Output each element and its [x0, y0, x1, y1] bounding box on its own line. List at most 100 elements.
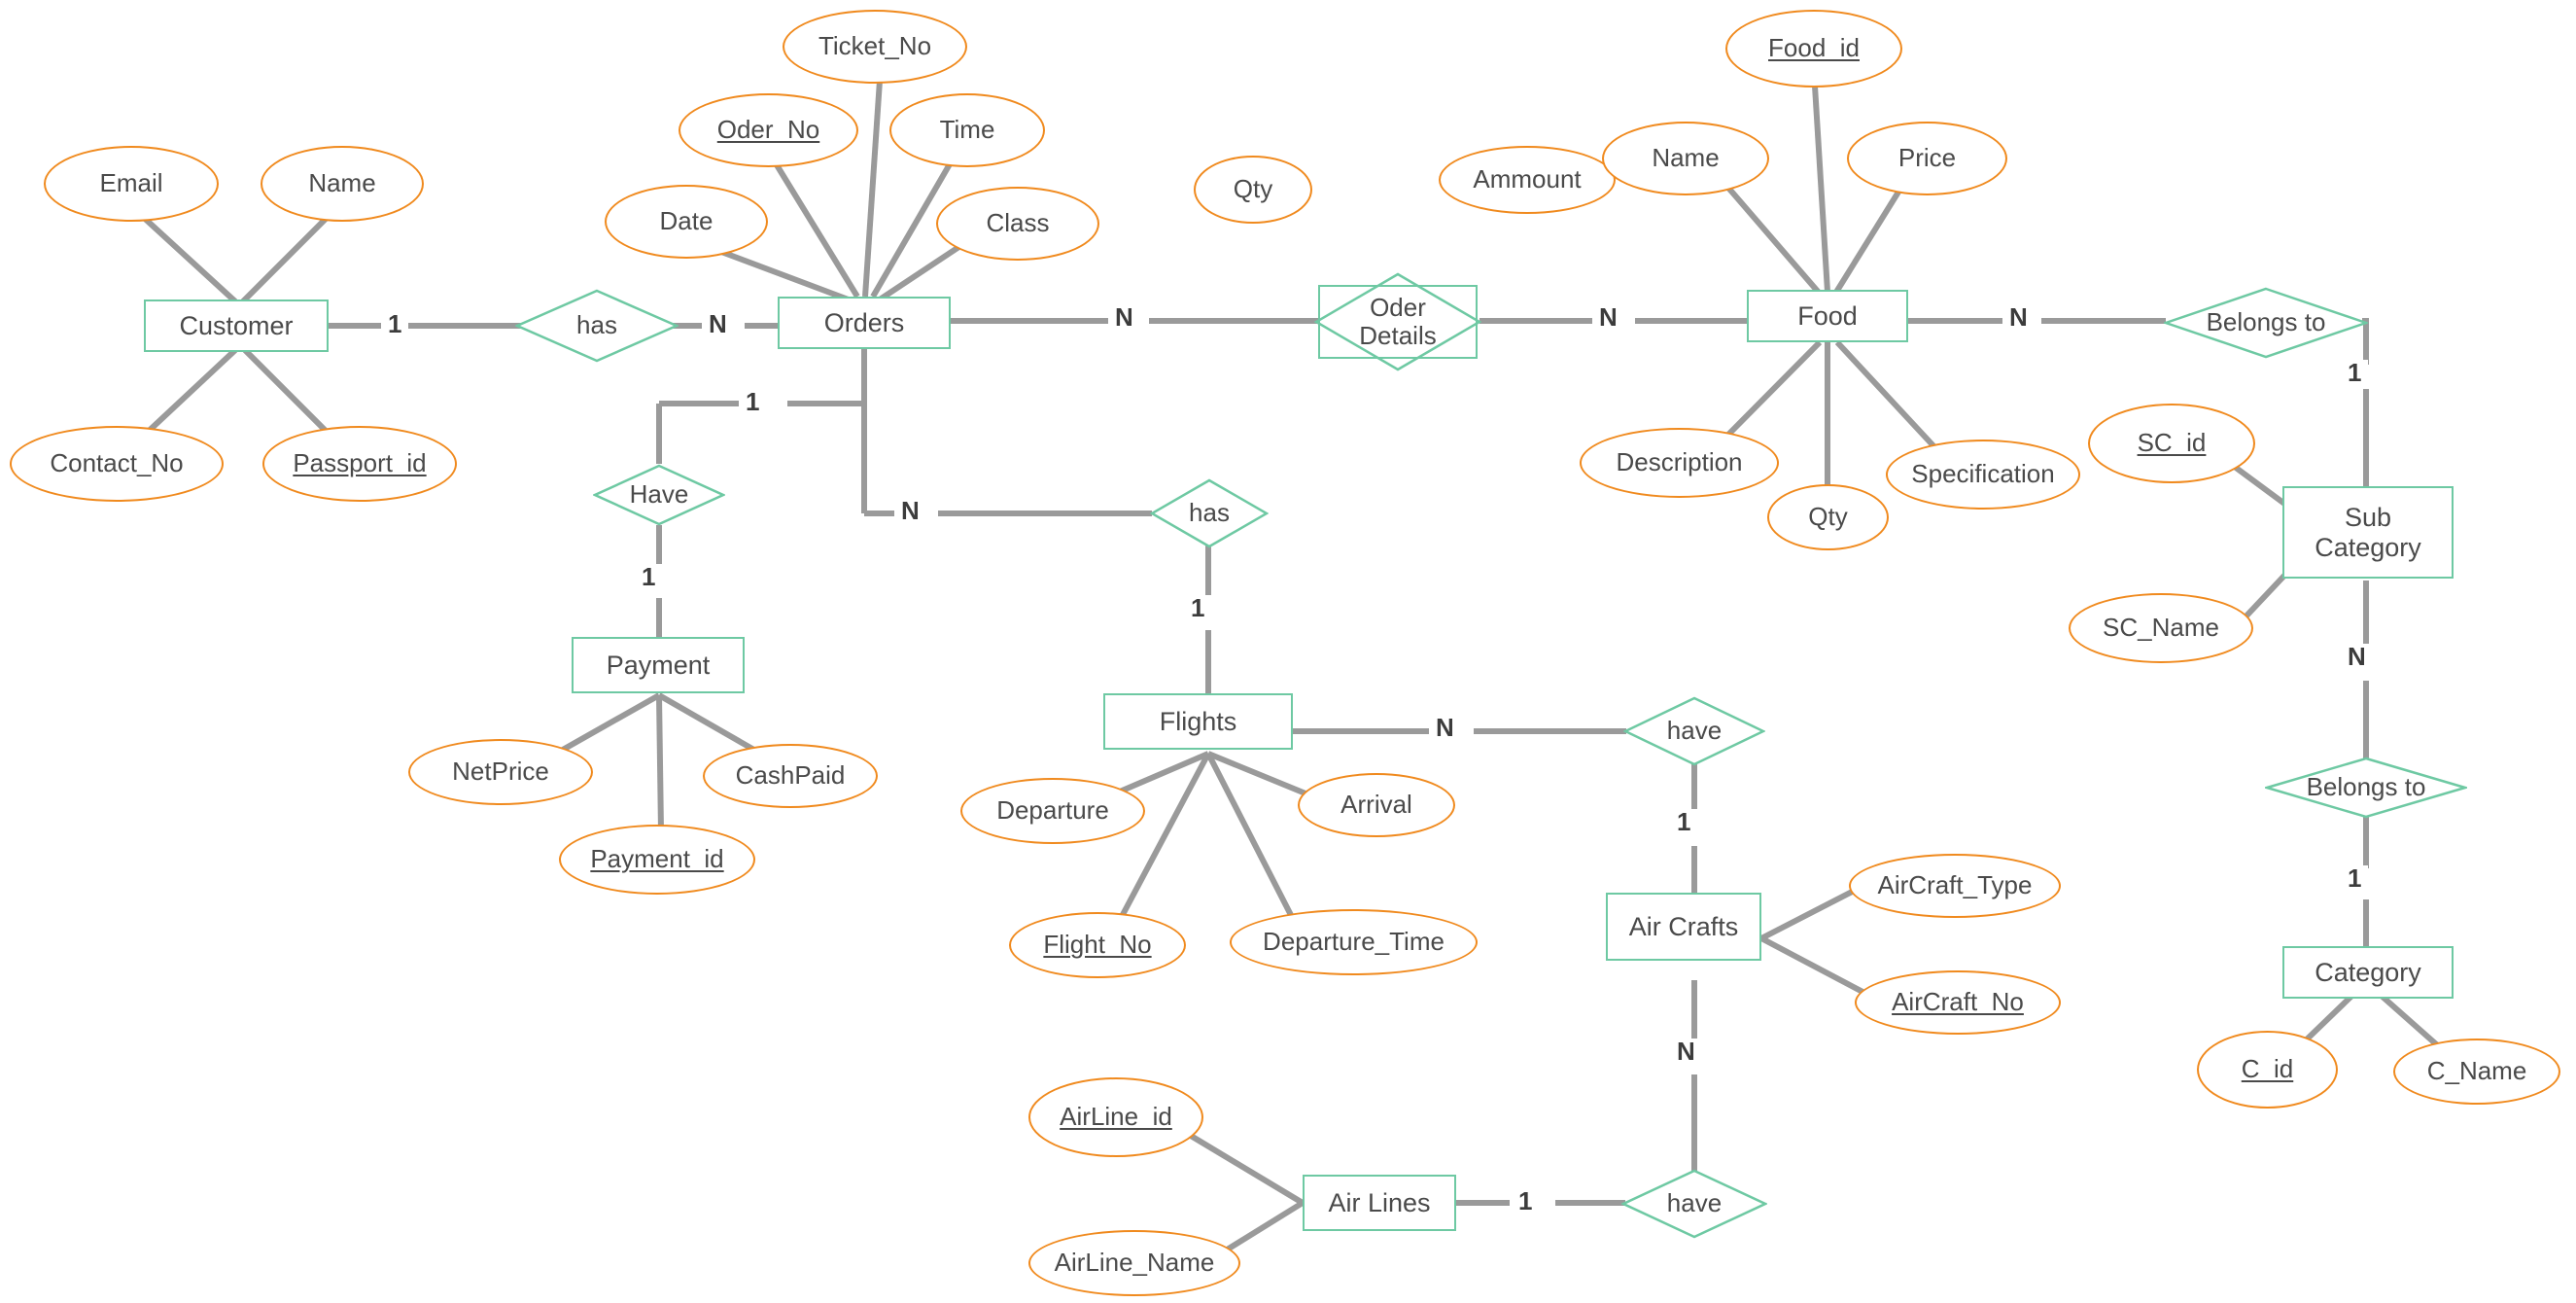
attribute-label: Food_id: [1768, 33, 1860, 63]
entity-label: Payment: [606, 650, 711, 680]
relationship-customer-has-orders[interactable]: has: [515, 289, 679, 363]
cardinality-1-aircrafts-top: 1: [1670, 809, 1698, 834]
attribute-departure-time[interactable]: Departure_Time: [1230, 909, 1478, 975]
attribute-netprice[interactable]: NetPrice: [408, 739, 593, 805]
attribute-label: Ticket_No: [818, 31, 932, 61]
relationship-flights-have-aircrafts[interactable]: have: [1623, 696, 1765, 766]
entity-sub-category[interactable]: Sub Category: [2282, 486, 2454, 579]
attribute-label: Arrival: [1340, 790, 1412, 820]
attribute-label: Oder_No: [716, 115, 820, 145]
attribute-sc-id[interactable]: SC_id: [2088, 404, 2255, 483]
attribute-label: CashPaid: [735, 760, 846, 791]
attribute-label: Passport_id: [293, 448, 427, 478]
entity-flights[interactable]: Flights: [1103, 693, 1293, 750]
cardinality-1-subcategory-top: 1: [2341, 360, 2369, 385]
attribute-aircraft-no[interactable]: AirCraft_No: [1855, 970, 2061, 1035]
cardinality-1-airlines: 1: [1512, 1188, 1540, 1214]
attribute-contact-no[interactable]: Contact_No: [10, 426, 224, 502]
attribute-aircraft-type[interactable]: AirCraft_Type: [1849, 854, 2061, 918]
attribute-label: Price: [1897, 143, 1957, 173]
attribute-label: Email: [99, 168, 163, 198]
attribute-label: AirCraft_Type: [1877, 870, 2033, 900]
entity-label: Air Crafts: [1628, 911, 1739, 941]
cardinality-1-flights-top: 1: [1184, 595, 1212, 620]
entity-customer[interactable]: Customer: [144, 299, 329, 352]
entity-label: Sub Category: [2315, 503, 2421, 562]
cardinality-n-subcategory-bottom: N: [2341, 644, 2373, 669]
entity-label: Air Lines: [1328, 1187, 1431, 1217]
attribute-specification[interactable]: Specification: [1886, 440, 2080, 510]
attribute-qty-orderdetails[interactable]: Qty: [1194, 156, 1312, 224]
relationship-label: Oder Details: [1359, 292, 1437, 350]
attribute-label: NetPrice: [452, 757, 549, 787]
attribute-flight-no[interactable]: Flight_No: [1009, 912, 1186, 978]
cardinality-n-orders: N: [702, 311, 734, 336]
cardinality-n-orders-flights: N: [894, 498, 926, 523]
attribute-label: Description: [1616, 447, 1743, 477]
attribute-label: Departure: [996, 795, 1109, 826]
relationship-aircrafts-have-airlines[interactable]: have: [1621, 1169, 1767, 1239]
relationship-label: have: [1666, 716, 1723, 746]
entity-payment[interactable]: Payment: [572, 637, 745, 693]
relationship-orders-have-payment[interactable]: Have: [593, 464, 725, 526]
cardinality-n-food-left: N: [1592, 304, 1624, 330]
attribute-label: Qty: [1233, 174, 1273, 204]
attribute-label: Date: [659, 206, 714, 236]
attribute-label: Name: [1652, 143, 1720, 173]
attribute-name-food[interactable]: Name: [1602, 122, 1769, 195]
attribute-cashpaid[interactable]: CashPaid: [703, 744, 878, 808]
attribute-label: SC_Name: [2103, 613, 2219, 643]
attribute-label: Departure_Time: [1263, 927, 1445, 957]
entity-label: Category: [2315, 957, 2421, 987]
attribute-label: Class: [986, 208, 1050, 238]
attribute-payment-id[interactable]: Payment_id: [559, 825, 755, 895]
attribute-class[interactable]: Class: [936, 187, 1099, 261]
cardinality-1-category-top: 1: [2341, 865, 2369, 891]
attribute-label: AirLine_Name: [1054, 1248, 1215, 1278]
attribute-label: Payment_id: [590, 844, 724, 874]
entity-orders[interactable]: Orders: [778, 297, 951, 349]
entity-label: Flights: [1159, 706, 1237, 736]
attribute-time[interactable]: Time: [889, 93, 1045, 167]
attribute-airline-id[interactable]: AirLine_id: [1028, 1077, 1203, 1157]
attribute-price[interactable]: Price: [1847, 122, 2007, 195]
cardinality-n-aircrafts-bottom: N: [1670, 1039, 1702, 1064]
attribute-label: Name: [308, 168, 376, 198]
relationship-oder-details[interactable]: Oder Details: [1314, 272, 1481, 371]
relationship-subcategory-belongs-to[interactable]: Belongs to: [2265, 757, 2467, 819]
attribute-qty-food[interactable]: Qty: [1767, 484, 1889, 550]
relationship-food-belongs-to[interactable]: Belongs to: [2164, 287, 2368, 359]
attribute-passport-id[interactable]: Passport_id: [262, 426, 457, 502]
attribute-date[interactable]: Date: [605, 185, 768, 259]
relationship-label: have: [1666, 1188, 1723, 1218]
cardinality-1-payment: 1: [635, 564, 663, 589]
attribute-food-id[interactable]: Food_id: [1725, 10, 1902, 88]
entity-food[interactable]: Food: [1747, 290, 1908, 342]
relationship-orders-has-flights[interactable]: has: [1150, 478, 1269, 548]
attribute-ticket-no[interactable]: Ticket_No: [783, 10, 967, 84]
attribute-c-name[interactable]: C_Name: [2393, 1039, 2560, 1105]
attribute-label: SC_id: [2137, 428, 2207, 458]
relationship-label: Have: [629, 479, 689, 510]
relationship-label: Belongs to: [2306, 772, 2426, 802]
entity-label: Food: [1797, 300, 1858, 331]
entity-air-lines[interactable]: Air Lines: [1303, 1175, 1456, 1231]
attribute-airline-name[interactable]: AirLine_Name: [1028, 1230, 1240, 1296]
attribute-sc-name[interactable]: SC_Name: [2069, 593, 2253, 663]
attribute-name-customer[interactable]: Name: [261, 146, 424, 222]
attribute-c-id[interactable]: C_id: [2197, 1031, 2338, 1109]
attribute-arrival[interactable]: Arrival: [1298, 773, 1455, 837]
attribute-label: Flight_No: [1043, 930, 1152, 960]
attribute-label: Ammount: [1473, 164, 1582, 194]
attribute-label: C_Name: [2426, 1056, 2527, 1086]
attribute-oder-no[interactable]: Oder_No: [679, 93, 858, 167]
entity-label: Customer: [179, 310, 294, 340]
attribute-description[interactable]: Description: [1580, 428, 1779, 498]
entity-category[interactable]: Category: [2282, 946, 2454, 999]
attribute-ammount[interactable]: Ammount: [1439, 146, 1616, 214]
attribute-departure[interactable]: Departure: [960, 778, 1145, 844]
attribute-label: C_id: [2241, 1054, 2294, 1084]
attribute-email[interactable]: Email: [44, 146, 219, 222]
relationship-label: has: [576, 310, 617, 340]
entity-air-crafts[interactable]: Air Crafts: [1606, 893, 1761, 961]
